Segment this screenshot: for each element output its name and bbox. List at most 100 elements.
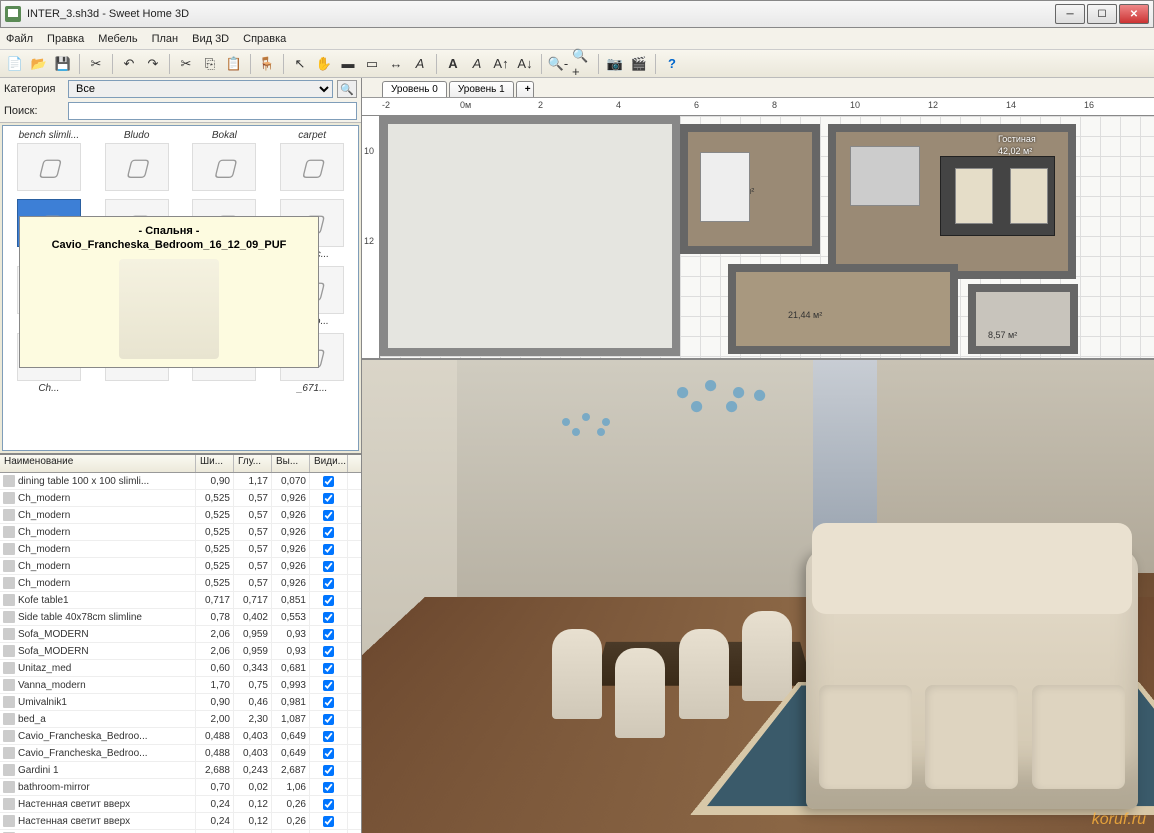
table-row[interactable]: Ch_modern0,5250,570,926 bbox=[0, 490, 361, 507]
category-label: Категория bbox=[4, 83, 64, 95]
visible-checkbox[interactable] bbox=[323, 527, 334, 538]
wall-icon[interactable]: ▬ bbox=[337, 53, 359, 75]
room-area-3: 8,57 м² bbox=[988, 330, 1017, 340]
table-row[interactable]: Настенная светит вверх0,240,120,26 bbox=[0, 813, 361, 830]
table-row[interactable]: Vanna_modern1,700,750,993 bbox=[0, 677, 361, 694]
visible-checkbox[interactable] bbox=[323, 476, 334, 487]
minimize-button[interactable]: ─ bbox=[1055, 4, 1085, 24]
catalog-item[interactable]: bench slimli...▢ bbox=[7, 130, 91, 193]
text-bold-icon[interactable]: A bbox=[442, 53, 464, 75]
cut-icon[interactable]: ✂ bbox=[85, 53, 107, 75]
visible-checkbox[interactable] bbox=[323, 493, 334, 504]
visible-checkbox[interactable] bbox=[323, 595, 334, 606]
table-row[interactable]: bed_a2,002,301,087 bbox=[0, 711, 361, 728]
select-icon[interactable]: ↖ bbox=[289, 53, 311, 75]
floorplan-canvas[interactable]: 14,87 м² Гостиная 42,02 м² 21,44 м² 8,57… bbox=[380, 116, 1154, 358]
visible-checkbox[interactable] bbox=[323, 816, 334, 827]
table-row[interactable]: Ch_modern0,5250,570,926 bbox=[0, 541, 361, 558]
visible-checkbox[interactable] bbox=[323, 663, 334, 674]
save-icon[interactable]: 💾 bbox=[52, 53, 74, 75]
visible-checkbox[interactable] bbox=[323, 765, 334, 776]
col-depth[interactable]: Глу... bbox=[234, 455, 272, 472]
tab-level-0[interactable]: Уровень 0 bbox=[382, 81, 447, 97]
video-icon[interactable]: 🎬 bbox=[628, 53, 650, 75]
visible-checkbox[interactable] bbox=[323, 578, 334, 589]
table-row[interactable]: Unitaz_med0,600,3430,681 bbox=[0, 660, 361, 677]
text-size-up-icon[interactable]: A↑ bbox=[490, 53, 512, 75]
visible-checkbox[interactable] bbox=[323, 697, 334, 708]
table-row[interactable]: Cavio_Francheska_Bedroo...0,4880,4030,64… bbox=[0, 745, 361, 762]
table-row[interactable]: Side table 40x78cm slimline0,780,4020,55… bbox=[0, 609, 361, 626]
col-name[interactable]: Наименование bbox=[0, 455, 196, 472]
table-row[interactable]: bathroom-mirror0,700,021,06 bbox=[0, 779, 361, 796]
dimension-icon[interactable]: ↔ bbox=[385, 53, 407, 75]
col-height[interactable]: Вы... bbox=[272, 455, 310, 472]
text-italic-icon[interactable]: A bbox=[466, 53, 488, 75]
catalog-item[interactable]: carpet▢ bbox=[270, 130, 354, 193]
window-title: INTER_3.sh3d - Sweet Home 3D bbox=[27, 8, 1055, 20]
zoom-in-icon[interactable]: 🔍+ bbox=[571, 53, 593, 75]
visible-checkbox[interactable] bbox=[323, 748, 334, 759]
table-row[interactable]: Umivalnik10,900,460,981 bbox=[0, 694, 361, 711]
table-row[interactable]: Ch_modern0,5250,570,926 bbox=[0, 524, 361, 541]
visible-checkbox[interactable] bbox=[323, 612, 334, 623]
zoom-out-icon[interactable]: 🔍- bbox=[547, 53, 569, 75]
table-row[interactable]: Ch_modern0,5250,570,926 bbox=[0, 575, 361, 592]
photo-icon[interactable]: 📷 bbox=[604, 53, 626, 75]
close-button[interactable]: ✕ bbox=[1119, 4, 1149, 24]
menu-help[interactable]: Справка bbox=[243, 33, 286, 45]
visible-checkbox[interactable] bbox=[323, 799, 334, 810]
category-select[interactable]: Все bbox=[68, 80, 333, 98]
visible-checkbox[interactable] bbox=[323, 646, 334, 657]
search-label: Поиск: bbox=[4, 105, 64, 117]
paste-icon[interactable]: 📋 bbox=[223, 53, 245, 75]
menu-edit[interactable]: Правка bbox=[47, 33, 84, 45]
undo-icon[interactable]: ↶ bbox=[118, 53, 140, 75]
catalog-item[interactable]: Bokal▢ bbox=[183, 130, 267, 193]
table-row[interactable]: dining table 100 x 100 slimli...0,901,17… bbox=[0, 473, 361, 490]
table-row[interactable]: Ch_modern0,5250,570,926 bbox=[0, 558, 361, 575]
new-icon[interactable]: 📄 bbox=[4, 53, 26, 75]
visible-checkbox[interactable] bbox=[323, 629, 334, 640]
cut2-icon[interactable]: ✂ bbox=[175, 53, 197, 75]
visible-checkbox[interactable] bbox=[323, 510, 334, 521]
redo-icon[interactable]: ↷ bbox=[142, 53, 164, 75]
add-furniture-icon[interactable]: 🪑 bbox=[256, 53, 278, 75]
table-row[interactable]: Gardini 12,6880,2432,687 bbox=[0, 762, 361, 779]
menu-file[interactable]: Файл bbox=[6, 33, 33, 45]
copy-icon[interactable]: ⎘ bbox=[199, 53, 221, 75]
help-icon[interactable]: ? bbox=[661, 53, 683, 75]
col-width[interactable]: Ши... bbox=[196, 455, 234, 472]
visible-checkbox[interactable] bbox=[323, 782, 334, 793]
tab-level-1[interactable]: Уровень 1 bbox=[449, 81, 514, 97]
catalog-filter-panel: Категория Все 🔍 Поиск: bbox=[0, 78, 361, 123]
room-icon[interactable]: ▭ bbox=[361, 53, 383, 75]
visible-checkbox[interactable] bbox=[323, 544, 334, 555]
pan-icon[interactable]: ✋ bbox=[313, 53, 335, 75]
search-input[interactable] bbox=[68, 102, 357, 120]
tab-add-level[interactable]: + bbox=[516, 81, 534, 97]
table-row[interactable]: Cavio_Francheska_Bedroo...0,4880,4030,64… bbox=[0, 728, 361, 745]
category-search-icon[interactable]: 🔍 bbox=[337, 80, 357, 98]
visible-checkbox[interactable] bbox=[323, 680, 334, 691]
open-icon[interactable]: 📂 bbox=[28, 53, 50, 75]
menu-furniture[interactable]: Мебель bbox=[98, 33, 137, 45]
catalog-item[interactable]: Bludo▢ bbox=[95, 130, 179, 193]
table-row[interactable]: Kofe table10,7170,7170,851 bbox=[0, 592, 361, 609]
visible-checkbox[interactable] bbox=[323, 731, 334, 742]
visible-checkbox[interactable] bbox=[323, 561, 334, 572]
app-icon bbox=[5, 6, 21, 22]
col-visible[interactable]: Види... bbox=[310, 455, 348, 472]
menu-3dview[interactable]: Вид 3D bbox=[192, 33, 229, 45]
table-row[interactable]: Настенная светит вверх0,240,120,26 bbox=[0, 796, 361, 813]
text-size-down-icon[interactable]: A↓ bbox=[514, 53, 536, 75]
text-icon[interactable]: A bbox=[409, 53, 431, 75]
visible-checkbox[interactable] bbox=[323, 714, 334, 725]
menu-plan[interactable]: План bbox=[152, 33, 179, 45]
table-row[interactable]: Ch_modern0,5250,570,926 bbox=[0, 507, 361, 524]
table-row[interactable]: Sofa_MODERN2,060,9590,93 bbox=[0, 643, 361, 660]
room-area-2: 21,44 м² bbox=[788, 310, 822, 320]
table-row[interactable]: Sofa_MODERN2,060,9590,93 bbox=[0, 626, 361, 643]
maximize-button[interactable]: ☐ bbox=[1087, 4, 1117, 24]
3d-view[interactable]: koruf.ru bbox=[362, 360, 1154, 833]
